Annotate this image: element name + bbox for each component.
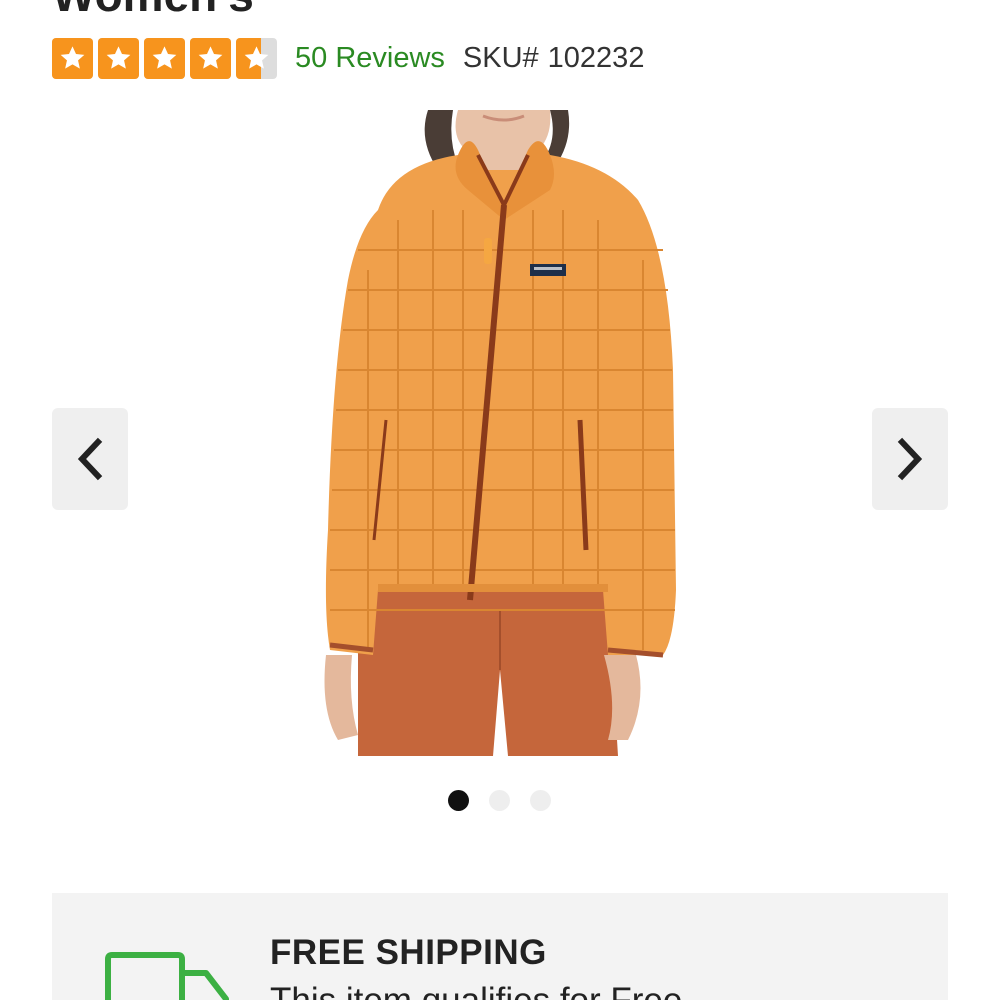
gallery-pagination — [448, 790, 551, 811]
product-gallery — [0, 110, 1000, 760]
star-rating[interactable] — [52, 37, 277, 79]
product-title: Women's — [52, 0, 254, 18]
sku-value: 102232 — [547, 41, 645, 74]
product-page: Women's 50 Reviews SKU# 102232 — [0, 0, 1000, 1000]
star-icon — [98, 37, 139, 79]
gallery-dot[interactable] — [489, 790, 510, 811]
gallery-next-button[interactable] — [872, 408, 948, 510]
star-icon — [52, 37, 93, 79]
truck-icon — [105, 952, 229, 1000]
gallery-prev-button[interactable] — [52, 408, 128, 510]
sku: SKU# 102232 — [463, 42, 645, 75]
star-icon — [190, 37, 231, 79]
sku-label: SKU# — [462, 41, 539, 74]
gallery-dot[interactable] — [530, 790, 551, 811]
shipping-description: This item qualifies for Free — [270, 981, 682, 1000]
free-shipping-banner: FREE SHIPPING This item qualifies for Fr… — [52, 893, 948, 1000]
product-image — [324, 110, 676, 756]
rating-row: 50 Reviews SKU# 102232 — [52, 36, 644, 80]
star-half-icon — [236, 37, 277, 79]
gallery-dot[interactable] — [448, 790, 469, 811]
chevron-left-icon — [77, 437, 103, 481]
star-icon — [144, 37, 185, 79]
reviews-link[interactable]: 50 Reviews — [295, 42, 445, 75]
chevron-right-icon — [897, 437, 923, 481]
shipping-title: FREE SHIPPING — [270, 933, 547, 972]
